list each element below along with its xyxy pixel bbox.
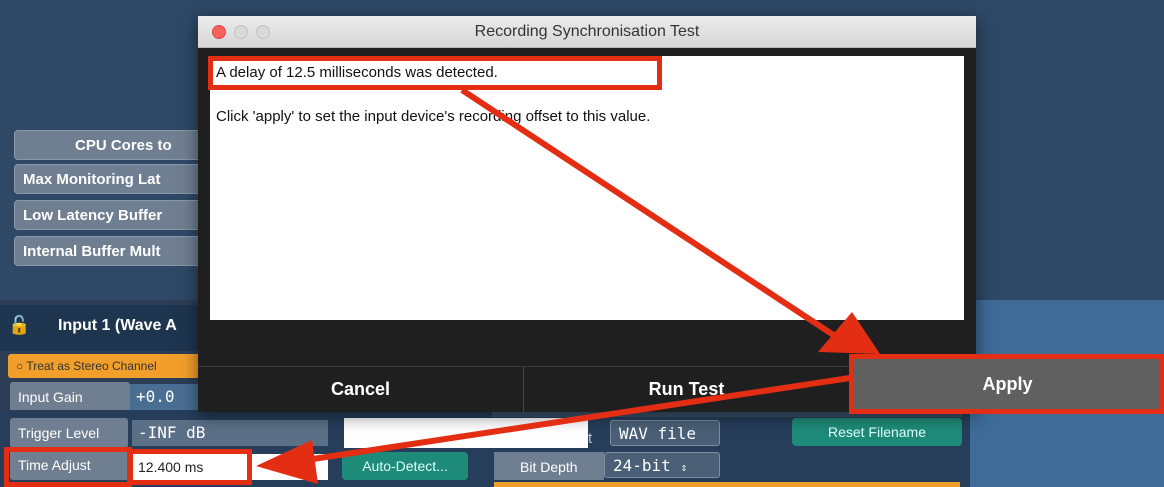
annotation-arrows (256, 87, 880, 484)
arrow-line-to-apply (460, 87, 840, 341)
arrow-head-to-time-adjust (256, 440, 318, 484)
arrow-line-to-time-adjust (305, 375, 851, 463)
